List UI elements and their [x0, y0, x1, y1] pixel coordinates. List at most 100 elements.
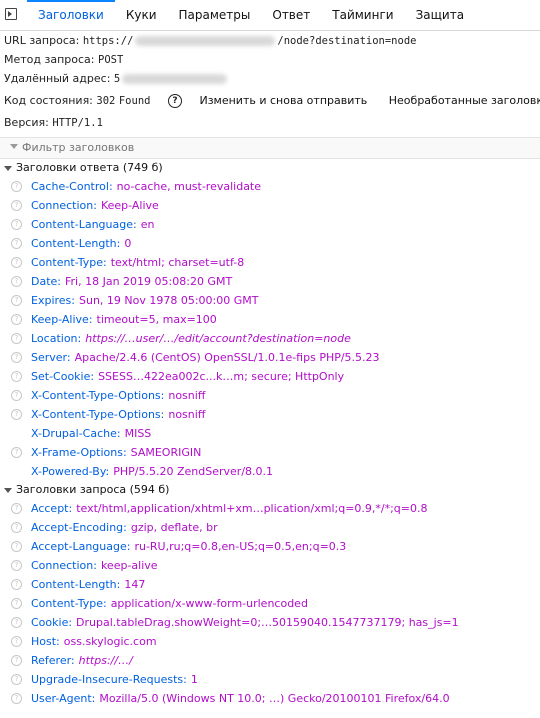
header-name: User-Agent: [31, 692, 96, 705]
header-entry: Cookie: Drupal.tableDrag.showWeight=0;…50… [31, 613, 459, 632]
header-row[interactable]: ? Location: https://…user/…/edit/account?d… [0, 329, 540, 348]
help-circle-icon[interactable]: ? [11, 617, 22, 628]
header-row[interactable]: ? User-Agent: Mozilla/5.0 (Windows NT 10.0… [0, 689, 540, 708]
header-entry: Connection: keep-alive [31, 556, 158, 575]
help-circle-icon[interactable]: ? [11, 238, 22, 249]
help-circle-icon[interactable]: ? [11, 257, 22, 268]
help-circle-icon[interactable]: ? [11, 333, 22, 344]
header-value: text/html,application/xhtml+xm…plication… [76, 502, 428, 515]
header-row[interactable]: X-Drupal-Cache: MISS [0, 424, 540, 443]
status-code: 302 [96, 95, 116, 107]
header-row[interactable]: ? Content-Language: en [0, 215, 540, 234]
header-row[interactable]: ? Connection: keep-alive [0, 556, 540, 575]
response-headers-section: Заголовки ответа (749 б) ? Cache-Control:… [0, 159, 540, 481]
header-value: text/html; charset=utf-8 [110, 256, 245, 269]
help-circle-icon[interactable]: ? [11, 503, 22, 514]
header-value: https://…user/…/edit/account?destination… [85, 332, 351, 345]
header-name: Location: [31, 332, 82, 345]
header-row[interactable]: ? Server: Apache/2.4.6 (CentOS) OpenSSL/1.… [0, 348, 540, 367]
help-circle-icon[interactable]: ? [11, 541, 22, 552]
header-name: Referer: [31, 654, 75, 667]
header-value: Fri, 18 Jan 2019 05:08:20 GMT [65, 275, 233, 288]
help-circle-icon[interactable]: ? [11, 200, 22, 211]
header-value: PHP/5.5.20 ZendServer/8.0.1 [113, 465, 274, 478]
header-value: SSESS…422ea002c...k…m; secure; HttpOnly [98, 370, 345, 383]
help-circle-icon[interactable]: ? [11, 447, 22, 458]
help-circle-icon[interactable]: ? [11, 390, 22, 401]
raw-headers-button[interactable]: Необработанные заголовки [389, 94, 540, 107]
header-value: oss.skylogic.com [63, 635, 157, 648]
header-name: Content-Type: [31, 256, 107, 269]
help-circle-icon[interactable]: ? [11, 522, 22, 533]
tab-security[interactable]: Защита [405, 0, 476, 30]
header-row[interactable]: ? Accept: text/html,application/xhtml+xm…p… [0, 499, 540, 518]
filter-icon [10, 144, 18, 149]
url-suffix[interactable]: /node?destination=node [277, 35, 416, 47]
twisty-down-icon [4, 165, 12, 171]
request-headers-toggle[interactable]: Заголовки запроса (594 б) [0, 481, 540, 499]
help-circle-icon[interactable]: ? [11, 598, 22, 609]
header-row[interactable]: ? Content-Length: 0 [0, 234, 540, 253]
header-entry: X-Content-Type-Options: nosniff [31, 386, 205, 405]
help-circle-icon[interactable]: ? [11, 352, 22, 363]
header-value: Drupal.tableDrag.showWeight=0;…50159040.… [76, 616, 459, 629]
header-row[interactable]: X-Powered-By: PHP/5.5.20 ZendServer/8.0.1 [0, 462, 540, 481]
help-circle-icon[interactable]: ? [11, 579, 22, 590]
url-prefix[interactable]: https:// [83, 35, 134, 47]
tab-response[interactable]: Ответ [261, 0, 321, 30]
header-row[interactable]: ? Set-Cookie: SSESS…422ea002c...k…m; secur… [0, 367, 540, 386]
header-row[interactable]: ? Content-Type: text/html; charset=utf-8 [0, 253, 540, 272]
header-row[interactable]: ? X-Frame-Options: SAMEORIGIN [0, 443, 540, 462]
header-row[interactable]: ? Accept-Language: ru-RU,ru;q=0.8,en-US;q=… [0, 537, 540, 556]
header-row[interactable]: ? Referer: https://…/ [0, 651, 540, 670]
help-circle-icon[interactable]: ? [11, 636, 22, 647]
tab-timings[interactable]: Тайминги [321, 0, 404, 30]
help-circle-icon[interactable]: ? [11, 276, 22, 287]
response-headers-toggle[interactable]: Заголовки ответа (749 б) [0, 159, 540, 177]
header-entry: Expires: Sun, 19 Nov 1978 05:00:00 GMT [31, 291, 259, 310]
header-row[interactable]: ? Cookie: Drupal.tableDrag.showWeight=0;…5… [0, 613, 540, 632]
header-row[interactable]: ? Upgrade-Insecure-Requests: 1 [0, 670, 540, 689]
header-name: X-Content-Type-Options: [31, 408, 165, 421]
tab-params[interactable]: Параметры [168, 0, 262, 30]
header-row[interactable]: ? Cache-Control: no-cache, must-revalidate [0, 177, 540, 196]
header-row[interactable]: ? Date: Fri, 18 Jan 2019 05:08:20 GMT [0, 272, 540, 291]
version-value: HTTP/1.1 [52, 117, 103, 129]
header-row[interactable]: ? Content-Length: 147 [0, 575, 540, 594]
edit-resend-button[interactable]: Изменить и снова отправить [199, 94, 367, 107]
help-circle-icon[interactable]: ? [167, 94, 182, 108]
tab-headers[interactable]: Заголовки [27, 0, 115, 30]
help-circle-icon[interactable]: ? [11, 674, 22, 685]
header-entry: Content-Length: 147 [31, 575, 145, 594]
header-name: X-Content-Type-Options: [31, 389, 165, 402]
header-row[interactable]: ? Host: oss.skylogic.com [0, 632, 540, 651]
help-circle-icon[interactable]: ? [11, 314, 22, 325]
help-circle-icon[interactable]: ? [11, 219, 22, 230]
help-circle-icon[interactable]: ? [11, 181, 22, 192]
header-row[interactable]: ? Content-Type: application/x-www-form-url… [0, 594, 540, 613]
header-name: Cookie: [31, 616, 73, 629]
header-name: Content-Type: [31, 597, 107, 610]
help-circle-icon[interactable]: ? [11, 693, 22, 704]
header-row[interactable]: ? X-Content-Type-Options: nosniff [0, 405, 540, 424]
help-circle-icon[interactable]: ? [11, 295, 22, 306]
filter-headers-input[interactable] [22, 138, 522, 156]
header-value: Apache/2.4.6 (CentOS) OpenSSL/1.0.1e-fip… [74, 351, 380, 364]
header-row[interactable]: ? Accept-Encoding: gzip, deflate, br [0, 518, 540, 537]
header-entry: X-Frame-Options: SAMEORIGIN [31, 443, 201, 462]
header-row[interactable]: ? X-Content-Type-Options: nosniff [0, 386, 540, 405]
header-name: Set-Cookie: [31, 370, 95, 383]
header-value: gzip, deflate, br [130, 521, 218, 534]
header-entry: Cache-Control: no-cache, must-revalidate [31, 177, 261, 196]
tab-cookies[interactable]: Куки [115, 0, 168, 30]
header-name: Content-Length: [31, 578, 121, 591]
dock-side-icon[interactable] [5, 8, 17, 20]
header-row[interactable]: ? Expires: Sun, 19 Nov 1978 05:00:00 GMT [0, 291, 540, 310]
header-row[interactable]: ? Connection: Keep-Alive [0, 196, 540, 215]
help-circle-icon[interactable]: ? [11, 409, 22, 420]
header-row[interactable]: ? Keep-Alive: timeout=5, max=100 [0, 310, 540, 329]
help-circle-icon[interactable]: ? [11, 371, 22, 382]
remote-label: Удалённый адрес: [4, 72, 111, 85]
help-circle-icon[interactable]: ? [11, 560, 22, 571]
help-circle-icon[interactable]: ? [11, 655, 22, 666]
